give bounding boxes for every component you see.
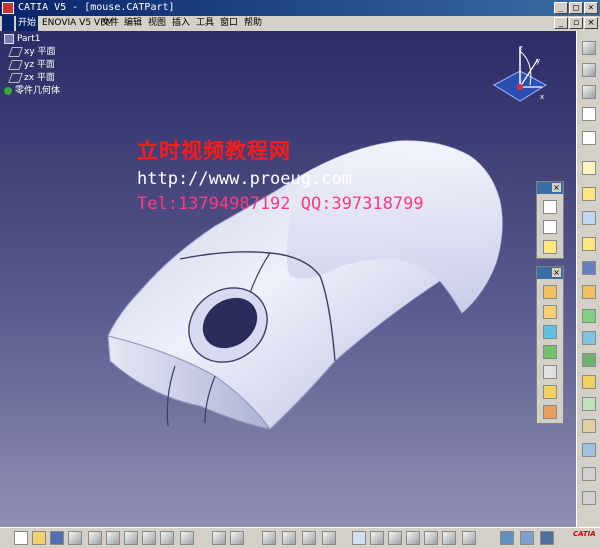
panel-close-icon[interactable]: × — [552, 268, 561, 277]
copy-icon[interactable] — [106, 531, 120, 545]
formula-icon[interactable] — [212, 531, 226, 545]
apply-material-icon[interactable] — [582, 131, 596, 145]
print-icon[interactable] — [68, 531, 82, 545]
hole-icon[interactable] — [582, 353, 596, 367]
menu-bar: 开始 ENOVIA V5 VPM 文件 编辑 视图 插入 工具 窗口 帮助 _ … — [0, 16, 600, 32]
lock-icon[interactable] — [282, 531, 296, 545]
compass-icon[interactable]: z y x — [488, 43, 552, 107]
doc-close-icon[interactable]: × — [584, 17, 598, 29]
fit-all-icon[interactable] — [322, 531, 336, 545]
menu-help[interactable]: 帮助 — [244, 16, 262, 31]
3d-viewport[interactable]: Part1 xy 平面 yz 平面 zx 平面 零件几何体 立时视频教程网 ht… — [0, 31, 576, 527]
fillet-icon[interactable] — [582, 443, 596, 457]
zoom-out-icon[interactable] — [406, 531, 420, 545]
bottom-toolbar — [0, 527, 600, 548]
doc-minimize-icon[interactable]: _ — [554, 17, 568, 29]
comment-icon[interactable] — [230, 531, 244, 545]
watermark-url: http://www.proeug.com — [137, 169, 352, 189]
shaft-icon[interactable] — [582, 309, 596, 323]
menu-window[interactable]: 窗口 — [220, 16, 238, 31]
axis-y-label: y — [536, 57, 540, 65]
axis-z-label: z — [519, 44, 523, 52]
line-icon[interactable] — [543, 220, 557, 234]
shell-icon[interactable] — [543, 405, 557, 419]
watermark-contact: Tel:13794987192 QQ:397318799 — [137, 194, 424, 214]
pocket-icon[interactable] — [582, 285, 596, 299]
swap-icon[interactable] — [520, 531, 534, 545]
save-icon[interactable] — [50, 531, 64, 545]
title-bar: CATIA V5 - [mouse.CATPart] _ □ × — [0, 0, 600, 16]
zoom-in-icon[interactable] — [388, 531, 402, 545]
view-tool-icon[interactable] — [582, 41, 596, 55]
floating-toolbar-features: × — [536, 266, 564, 424]
render-icon[interactable] — [582, 491, 596, 505]
watermark-title: 立时视频教程网 — [137, 138, 291, 163]
menu-view[interactable]: 视图 — [148, 16, 166, 31]
measure-icon[interactable] — [582, 107, 596, 121]
paste-icon[interactable] — [124, 531, 138, 545]
rotate-icon[interactable] — [370, 531, 384, 545]
maximize-icon[interactable]: □ — [569, 2, 583, 14]
menu-tools[interactable]: 工具 — [196, 16, 214, 31]
floating-toolbar-sketch: × — [536, 181, 564, 259]
panel-close-icon[interactable]: × — [552, 183, 561, 192]
open-icon[interactable] — [32, 531, 46, 545]
shading-icon[interactable] — [462, 531, 476, 545]
hole-icon[interactable] — [543, 365, 557, 379]
pad-icon[interactable] — [543, 285, 557, 299]
split-icon[interactable] — [582, 419, 596, 433]
plane-sketch-icon[interactable] — [582, 211, 596, 225]
whats-this-icon[interactable] — [180, 531, 194, 545]
hide-icon[interactable] — [582, 63, 596, 77]
hide-show-icon[interactable] — [500, 531, 514, 545]
close-icon[interactable]: × — [584, 2, 598, 14]
rib-icon[interactable] — [543, 345, 557, 359]
shaft-icon[interactable] — [543, 325, 557, 339]
axis-x-label: x — [540, 93, 544, 101]
normal-view-icon[interactable] — [424, 531, 438, 545]
menu-edit[interactable]: 编辑 — [124, 16, 142, 31]
cut-icon[interactable] — [88, 531, 102, 545]
thickness-icon[interactable] — [582, 397, 596, 411]
chamfer-icon[interactable] — [582, 467, 596, 481]
rib-icon[interactable] — [582, 331, 596, 345]
catia-app-icon[interactable] — [2, 2, 14, 14]
select-arrow-icon[interactable] — [582, 161, 596, 175]
new-file-icon[interactable] — [14, 531, 28, 545]
menu-start[interactable]: 开始 — [16, 16, 39, 31]
doc-restore-icon[interactable]: ▫ — [569, 17, 583, 29]
catalog-icon[interactable] — [262, 531, 276, 545]
draft-icon[interactable] — [582, 375, 596, 389]
pan-icon[interactable] — [352, 531, 366, 545]
isometric-view-icon[interactable] — [442, 531, 456, 545]
fly-icon[interactable] — [582, 85, 596, 99]
material-icon[interactable] — [540, 531, 554, 545]
draft-icon[interactable] — [543, 385, 557, 399]
minimize-icon[interactable]: _ — [554, 2, 568, 14]
menu-insert[interactable]: 插入 — [172, 16, 190, 31]
document-icon[interactable] — [2, 16, 14, 31]
point-icon[interactable] — [543, 200, 557, 214]
pad-icon[interactable] — [582, 261, 596, 275]
undo-icon[interactable] — [142, 531, 156, 545]
right-toolbar — [576, 31, 600, 527]
positioned-sketch-icon[interactable] — [582, 237, 596, 251]
window-title: CATIA V5 - [mouse.CATPart] — [18, 2, 175, 13]
sketch-icon[interactable] — [582, 187, 596, 201]
plane-icon[interactable] — [543, 240, 557, 254]
menu-file[interactable]: 文件 — [101, 16, 119, 31]
update-icon[interactable] — [302, 531, 316, 545]
pocket-icon[interactable] — [543, 305, 557, 319]
catia-logo: CATIA — [573, 530, 596, 538]
redo-icon[interactable] — [160, 531, 174, 545]
